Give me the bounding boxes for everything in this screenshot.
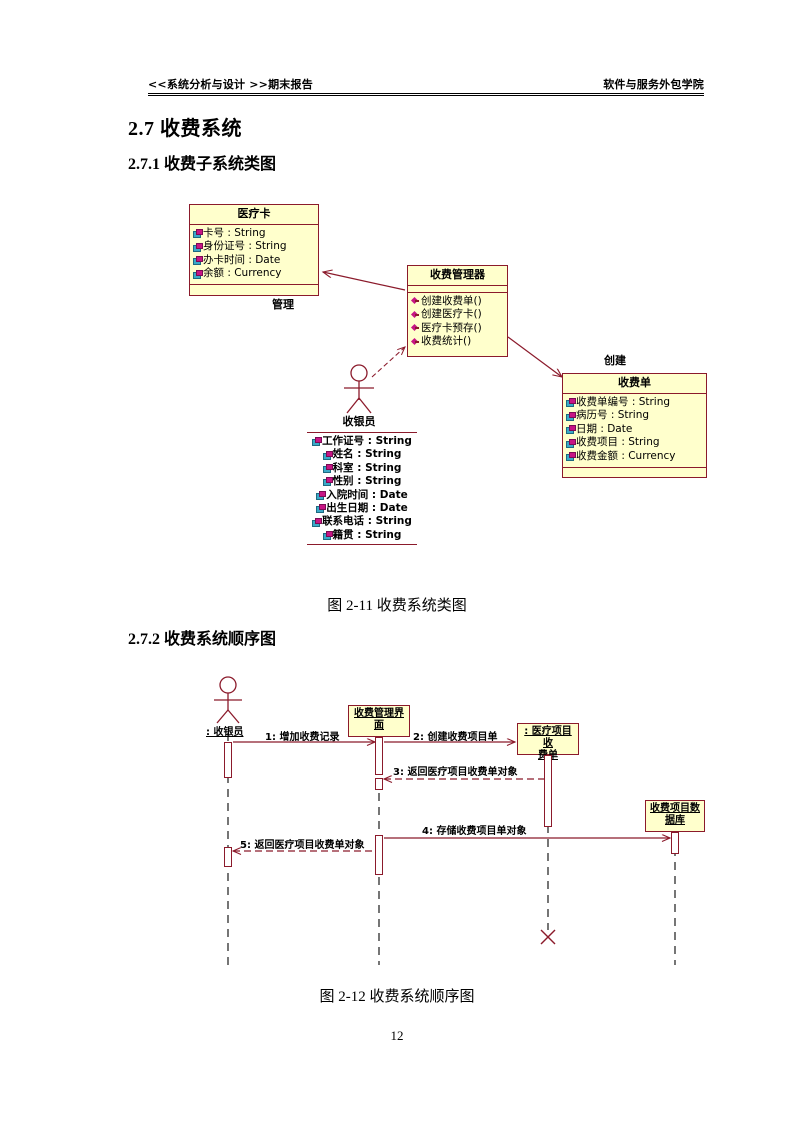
seq-lifeline-box-fee-ui: 收费管理界 面 [348,705,410,737]
activation-bar-actor-2 [224,847,232,867]
seq-lifeline-label-line1: 收费管理界 [354,708,404,719]
seq-actor-label-cashier: : 收银员 [206,727,244,738]
figure-caption-2-12: 图 2-12 收费系统顺序图 [319,989,475,1005]
seq-message-label-3: 3: 返回医疗项目收费单对象 [393,767,518,778]
sequence-diagram-figure: : 收银员 收费管理界 面 : 医疗项目收 费单 收费项目数 据库 1: 增加收… [0,0,794,1122]
activation-bar-actor-1 [224,742,232,778]
seq-lifeline-label-line1: 收费项目数 [650,803,700,814]
activation-bar-ui-3 [375,835,383,875]
seq-message-label-5: 5: 返回医疗项目收费单对象 [240,840,365,851]
activation-bar-item-bill [544,755,552,827]
seq-message-label-2: 2: 创建收费项目单 [413,732,498,743]
seq-lifeline-box-fee-item-bill: : 医疗项目收 费单 [517,723,579,761]
activation-bar-db [671,832,679,854]
seq-actor-icon [214,676,242,724]
page-number: 12 [390,1028,404,1043]
seq-lifeline-label-line2: 据库 [665,815,685,826]
seq-lifeline-label-line2: 面 [374,720,384,731]
lifeline-destruction-marker [540,929,556,945]
seq-message-label-1: 1: 增加收费记录 [265,732,340,743]
activation-bar-ui-1 [375,737,383,775]
seq-lifeline-box-fee-db: 收费项目数 据库 [645,800,705,832]
sequence-diagram-connectors [214,676,676,965]
seq-message-label-4: 4: 存储收费项目单对象 [422,826,527,837]
activation-bar-ui-2 [375,778,383,790]
seq-lifeline-label-line1: : 医疗项目收 [524,726,572,749]
